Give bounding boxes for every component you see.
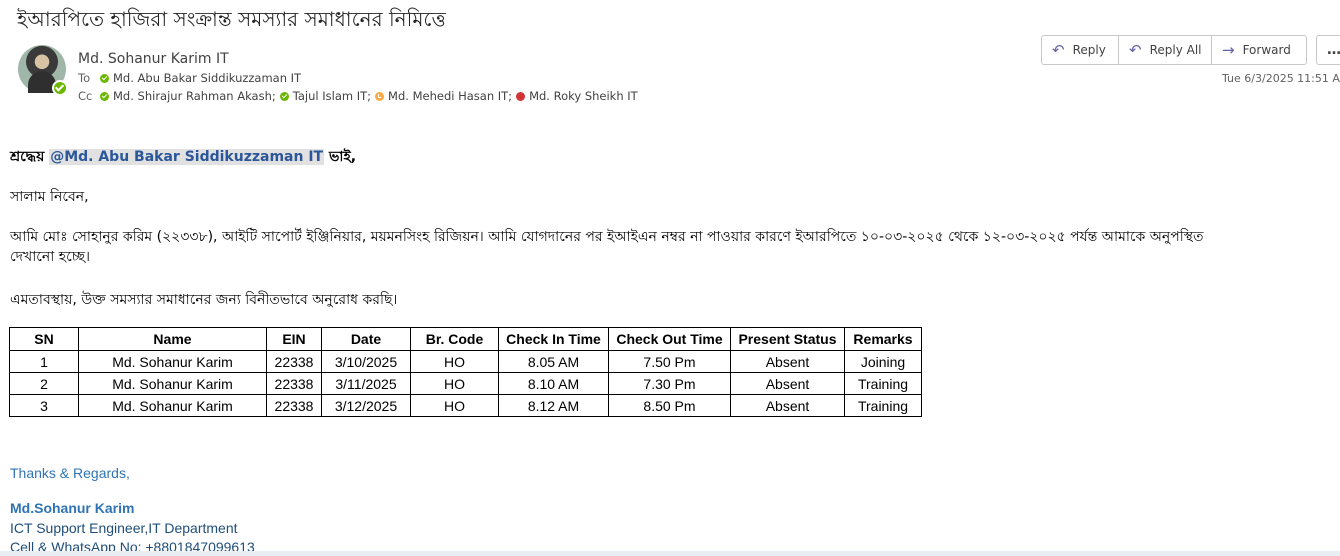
- table-cell: 7.30 Pm: [608, 372, 731, 395]
- column-header: Name: [78, 327, 267, 351]
- recipient[interactable]: Tajul Islam IT;: [279, 89, 372, 103]
- signature-name: Md.Sohanur Karim: [10, 500, 135, 516]
- recipient[interactable]: Md. Shirajur Rahman Akash;: [100, 89, 276, 103]
- table-cell: Absent: [730, 350, 845, 373]
- table-cell: HO: [410, 394, 499, 417]
- forward-label: Forward: [1242, 43, 1291, 57]
- table-cell: 22338: [266, 394, 322, 417]
- table-row: 2 Md. Sohanur Karim 22338 3/11/2025 HO 8…: [9, 372, 922, 395]
- body-paragraph-1-line-2: দেখানো হচ্ছে।: [10, 249, 91, 265]
- table-cell: Md. Sohanur Karim: [78, 372, 267, 395]
- table-cell: HO: [410, 372, 499, 395]
- forward-button[interactable]: → Forward: [1211, 35, 1307, 65]
- table-cell: 2: [9, 372, 79, 395]
- sent-timestamp: Tue 6/3/2025 11:51 AM: [1222, 72, 1340, 85]
- recipient-name: Md. Shirajur Rahman Akash;: [113, 89, 276, 103]
- column-header: Date: [321, 327, 411, 351]
- greeting-line: শ্রদ্ধেয় @Md. Abu Bakar Siddikuzzaman I…: [10, 145, 356, 169]
- column-header: EIN: [266, 327, 322, 351]
- table-cell: 8.12 AM: [498, 394, 609, 417]
- recipient[interactable]: Md. Mehedi Hasan IT;: [375, 89, 512, 103]
- cc-label: Cc: [78, 89, 93, 103]
- presence-busy-icon: [516, 91, 526, 101]
- table-cell: Absent: [730, 394, 845, 417]
- reply-all-label: Reply All: [1149, 43, 1202, 57]
- table-cell: Training: [844, 394, 922, 417]
- table-cell: Md. Sohanur Karim: [78, 394, 267, 417]
- column-header: Remarks: [844, 327, 922, 351]
- table-cell: 8.10 AM: [498, 372, 609, 395]
- signature-thanks: Thanks & Regards,: [10, 465, 130, 481]
- email-subject: ইআরপিতে হাজিরা সংক্রান্ত সমস্যার সমাধানে…: [17, 7, 446, 31]
- more-horizontal-icon: …: [1327, 42, 1340, 58]
- sender-name[interactable]: Md. Sohanur Karim IT: [78, 51, 229, 67]
- table-cell: 3: [9, 394, 79, 417]
- column-header: Br. Code: [410, 327, 499, 351]
- recipient[interactable]: Md. Roky Sheikh IT: [516, 89, 638, 103]
- table-cell: 3/12/2025: [321, 394, 411, 417]
- table-cell: Training: [844, 372, 922, 395]
- table-cell: HO: [410, 350, 499, 373]
- presence-available-icon: [279, 91, 289, 101]
- reply-all-button[interactable]: ↶ Reply All: [1118, 35, 1212, 65]
- table-cell: 7.50 Pm: [608, 350, 731, 373]
- recipient-name: Md. Mehedi Hasan IT;: [388, 89, 513, 103]
- column-header: Present Status: [730, 327, 845, 351]
- body-paragraph-1-line-1: আমি মোঃ সোহানুর করিম (২২৩৩৮), আইটি সাপোর…: [10, 229, 1204, 245]
- table-row: 3 Md. Sohanur Karim 22338 3/12/2025 HO 8…: [9, 394, 922, 417]
- table-cell: Absent: [730, 372, 845, 395]
- column-header: SN: [9, 327, 79, 351]
- table-cell: 22338: [266, 350, 322, 373]
- table-cell: 8.05 AM: [498, 350, 609, 373]
- column-header: Check In Time: [498, 327, 609, 351]
- recipient[interactable]: Md. Abu Bakar Siddikuzzaman IT: [100, 71, 301, 85]
- table-cell: 1: [9, 350, 79, 373]
- recipient-name: Tajul Islam IT;: [292, 89, 372, 103]
- table-cell: 3/11/2025: [321, 372, 411, 395]
- presence-available-icon: [100, 91, 109, 101]
- greeting-suffix: ভাই,: [324, 149, 357, 165]
- reply-all-arrow-icon: ↶: [1129, 41, 1142, 59]
- table-cell: 8.50 Pm: [608, 394, 731, 417]
- attendance-table: SN Name EIN Date Br. Code Check In Time …: [9, 327, 922, 417]
- column-header: Check Out Time: [608, 327, 731, 351]
- pane-divider: [0, 551, 1340, 556]
- mention-link[interactable]: @Md. Abu Bakar Siddikuzzaman IT: [49, 149, 325, 165]
- greeting-prefix: শ্রদ্ধেয়: [10, 149, 50, 165]
- recipient-name: Md. Roky Sheikh IT: [529, 89, 638, 103]
- forward-arrow-icon: →: [1222, 41, 1235, 59]
- more-actions-button[interactable]: …: [1316, 35, 1340, 65]
- reply-label: Reply: [1072, 43, 1106, 57]
- presence-away-icon: [375, 91, 385, 101]
- presence-status-icon: [52, 80, 68, 96]
- body-paragraph-2: এমতাবস্থায়, উক্ত সমস্যার সমাধানের জন্য …: [10, 292, 398, 308]
- salam-line: সালাম নিবেন,: [10, 189, 89, 205]
- reply-arrow-icon: ↶: [1052, 41, 1065, 59]
- to-recipients: To Md. Abu Bakar Siddikuzzaman IT: [78, 71, 305, 85]
- table-cell: 22338: [266, 372, 322, 395]
- table-cell: Md. Sohanur Karim: [78, 350, 267, 373]
- message-actions: ↶ Reply ↶ Reply All → Forward …: [1041, 35, 1340, 67]
- table-cell: 3/10/2025: [321, 350, 411, 373]
- signature-title: ICT Support Engineer,IT Department: [10, 520, 238, 536]
- cc-recipients: Cc Md. Shirajur Rahman Akash; Tajul Isla…: [78, 89, 642, 103]
- recipient-name: Md. Abu Bakar Siddikuzzaman IT: [113, 71, 302, 85]
- to-label: To: [78, 71, 91, 85]
- presence-available-icon: [100, 73, 109, 83]
- reply-button[interactable]: ↶ Reply: [1041, 35, 1119, 65]
- table-header-row: SN Name EIN Date Br. Code Check In Time …: [9, 327, 922, 351]
- table-cell: Joining: [844, 350, 922, 373]
- table-row: 1 Md. Sohanur Karim 22338 3/10/2025 HO 8…: [9, 350, 922, 373]
- email-reading-pane: ইআরপিতে হাজিরা সংক্রান্ত সমস্যার সমাধানে…: [0, 0, 1340, 556]
